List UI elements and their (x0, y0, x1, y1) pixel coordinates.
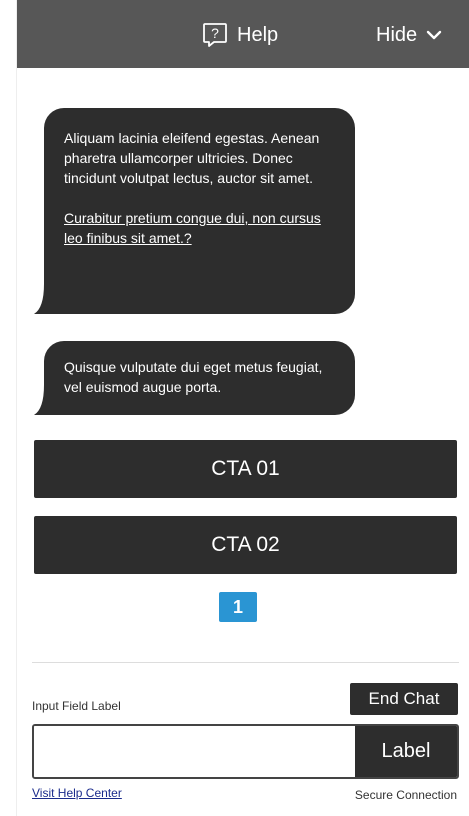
chat-input-row: Label (32, 724, 459, 779)
question-bubble-icon: ? (203, 23, 227, 47)
message-bubble-body: Quisque vulputate dui eget metus feugiat… (44, 341, 355, 415)
help-label: Help (237, 24, 279, 46)
secure-connection-text: Secure Connection (354, 788, 457, 802)
input-field-label: Input Field Label (32, 699, 121, 713)
message-bubble: Aliquam lacinia eleifend egestas. Aenean… (34, 108, 355, 314)
message-bubble: Quisque vulputate dui eget metus feugiat… (34, 341, 355, 415)
visit-help-center-link[interactable]: Visit Help Center (32, 785, 122, 801)
page-indicator[interactable]: 1 (219, 592, 257, 622)
message-text: Quisque vulputate dui eget metus feugiat… (64, 359, 323, 395)
cta-01-button[interactable]: CTA 01 (34, 440, 457, 498)
message-bubble-body: Aliquam lacinia eleifend egestas. Aenean… (44, 108, 355, 314)
help-button[interactable]: ? Help (202, 22, 278, 48)
message-link[interactable]: Curabitur pretium congue dui, non cursus… (64, 210, 321, 246)
hide-button[interactable]: Hide (376, 22, 442, 48)
svg-text:?: ? (211, 25, 219, 41)
hide-label: Hide (376, 24, 418, 46)
message-text: Aliquam lacinia eleifend egestas. Aenean… (64, 130, 320, 186)
chat-header: ? Help Hide (17, 0, 469, 68)
chat-input[interactable] (34, 726, 355, 777)
divider (32, 662, 459, 663)
input-submit-button[interactable]: Label (355, 726, 457, 777)
cta-02-button[interactable]: CTA 02 (34, 516, 457, 574)
chevron-down-icon (426, 30, 442, 40)
end-chat-button[interactable]: End Chat (350, 683, 458, 715)
left-gutter (0, 0, 17, 816)
chat-widget: ? Help Hide Aliquam lacinia eleifend ege… (0, 0, 469, 816)
